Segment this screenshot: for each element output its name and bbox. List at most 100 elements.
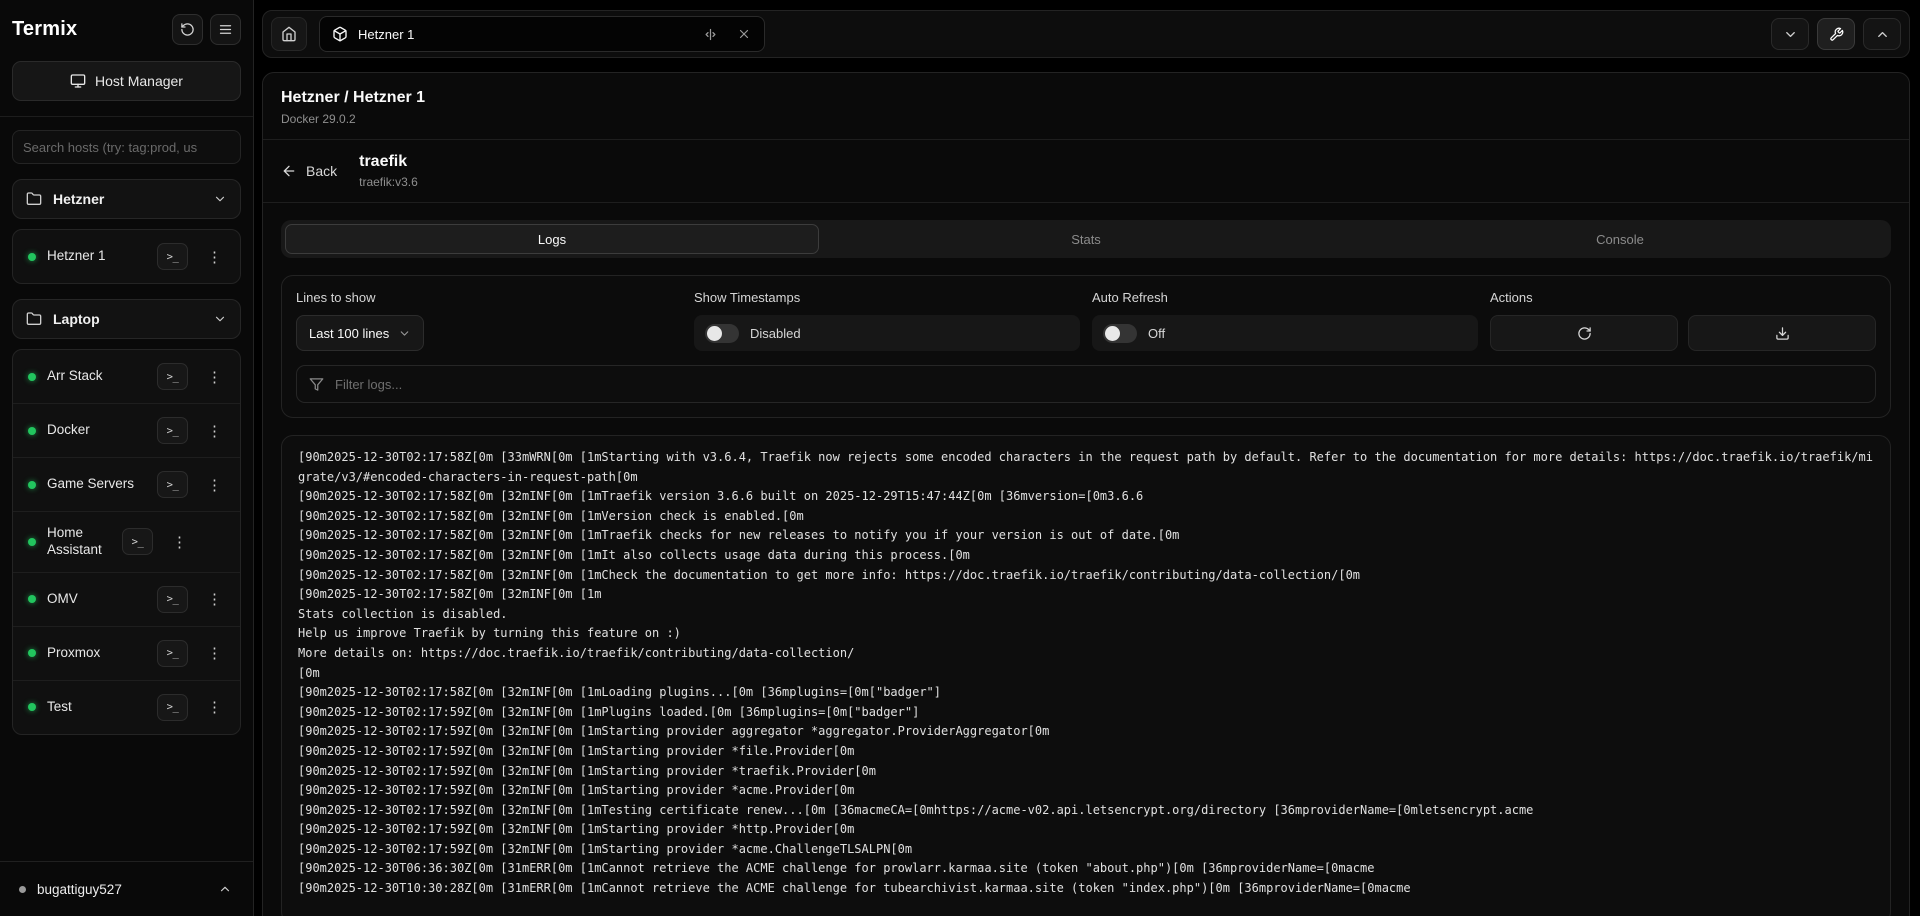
menu-button[interactable]	[210, 14, 241, 45]
host-menu-button[interactable]: ⋮	[199, 640, 230, 667]
user-menu-expand-button[interactable]	[211, 875, 239, 903]
host-row[interactable]: Proxmox >_ ⋮	[13, 626, 240, 680]
reload-icon	[180, 22, 195, 37]
folder-collapse-button[interactable]	[206, 305, 234, 333]
log-output[interactable]: [90m2025-12-30T02:17:58Z[0m [33mWRN[0m […	[281, 435, 1891, 916]
host-menu-button[interactable]: ⋮	[199, 243, 230, 270]
search-input[interactable]	[12, 130, 241, 164]
status-online-dot	[28, 373, 36, 381]
log-line: [90m2025-12-30T02:17:59Z[0m [32mINF[0m […	[298, 820, 1874, 840]
refresh-icon	[1577, 326, 1592, 341]
home-button[interactable]	[271, 17, 307, 51]
lines-select[interactable]: Last 100 lines	[296, 315, 424, 351]
download-icon	[1775, 326, 1790, 341]
log-line: [90m2025-12-30T02:17:58Z[0m [32mINF[0m […	[298, 487, 1874, 507]
filter-logs-input[interactable]	[335, 377, 1863, 392]
host-row[interactable]: Docker >_ ⋮	[13, 403, 240, 457]
log-line: [90m2025-12-30T02:17:59Z[0m [32mINF[0m […	[298, 840, 1874, 860]
open-terminal-button[interactable]: >_	[157, 363, 188, 390]
host-name: Test	[47, 699, 146, 716]
back-button[interactable]: Back	[281, 163, 337, 179]
reload-button[interactable]	[172, 14, 203, 45]
host-menu-button[interactable]: ⋮	[164, 528, 195, 555]
lines-select-value: Last 100 lines	[309, 326, 389, 341]
host-row[interactable]: Hetzner 1 >_ ⋮	[13, 230, 240, 283]
open-terminal-button[interactable]: >_	[157, 694, 188, 721]
host-menu-button[interactable]: ⋮	[199, 471, 230, 498]
view-tabs: Logs Stats Console	[281, 220, 1891, 258]
host-manager-button[interactable]: Host Manager	[12, 61, 241, 101]
close-icon	[737, 27, 751, 41]
chevron-up-icon	[218, 882, 232, 896]
filter-bar	[296, 365, 1876, 403]
folder-name: Hetzner	[53, 191, 195, 207]
app-title: Termix	[12, 18, 77, 41]
open-terminal-button[interactable]: >_	[157, 243, 188, 270]
host-row[interactable]: OMV >_ ⋮	[13, 572, 240, 626]
tab-bar: Hetzner 1	[262, 10, 1910, 58]
host-name: Proxmox	[47, 645, 146, 662]
host-menu-button[interactable]: ⋮	[199, 417, 230, 444]
close-tab-button[interactable]	[732, 22, 756, 46]
show-timestamps-label: Show Timestamps	[694, 290, 1080, 305]
sidebar: Termix Host Manager	[0, 0, 254, 916]
user-menu[interactable]: bugattiguy527	[0, 861, 253, 916]
lines-to-show-control: Lines to show Last 100 lines	[296, 290, 682, 351]
log-line: [90m2025-12-30T02:17:58Z[0m [32mINF[0m […	[298, 683, 1874, 703]
log-line: [90m2025-12-30T06:36:30Z[0m [31mERR[0m […	[298, 859, 1874, 879]
tab-bar-actions	[1771, 18, 1901, 50]
tab-stats[interactable]: Stats	[819, 224, 1353, 254]
panel-header: Hetzner / Hetzner 1 Docker 29.0.2	[263, 73, 1909, 139]
host-row[interactable]: Game Servers >_ ⋮	[13, 457, 240, 511]
user-status-dot	[19, 886, 26, 893]
tab-logs[interactable]: Logs	[285, 224, 819, 254]
chevron-down-icon	[213, 192, 227, 206]
tools-button[interactable]	[1817, 18, 1855, 50]
lines-to-show-label: Lines to show	[296, 290, 682, 305]
auto-refresh-control: Auto Refresh Off	[1092, 290, 1478, 351]
host-menu-button[interactable]: ⋮	[199, 694, 230, 721]
auto-refresh-toggle[interactable]	[1103, 324, 1137, 343]
split-view-button[interactable]	[698, 22, 722, 46]
log-line: [90m2025-12-30T02:17:58Z[0m [32mINF[0m […	[298, 546, 1874, 566]
refresh-logs-button[interactable]	[1490, 315, 1678, 351]
folder-laptop[interactable]: Laptop	[12, 299, 241, 339]
host-row[interactable]: Home Assistant >_ ⋮	[13, 511, 240, 572]
container-name: traefik	[359, 153, 418, 171]
timestamps-toggle[interactable]	[705, 324, 739, 343]
folder-hetzner[interactable]: Hetzner	[12, 179, 241, 219]
status-online-dot	[28, 595, 36, 603]
host-menu-button[interactable]: ⋮	[199, 363, 230, 390]
host-row[interactable]: Test >_ ⋮	[13, 680, 240, 734]
host-list-hetzner: Hetzner 1 >_ ⋮	[12, 229, 241, 284]
host-name: OMV	[47, 591, 146, 608]
hamburger-icon	[218, 22, 233, 37]
host-menu-button[interactable]: ⋮	[199, 586, 230, 613]
status-online-dot	[28, 481, 36, 489]
log-line: Stats collection is disabled.	[298, 605, 1874, 625]
folder-collapse-button[interactable]	[206, 185, 234, 213]
collapse-panel-button[interactable]	[1771, 18, 1809, 50]
host-name: Arr Stack	[47, 368, 146, 385]
open-terminal-button[interactable]: >_	[157, 471, 188, 498]
tab-console[interactable]: Console	[1353, 224, 1887, 254]
docker-version: Docker 29.0.2	[281, 112, 1891, 126]
expand-panel-button[interactable]	[1863, 18, 1901, 50]
open-terminal-button[interactable]: >_	[122, 528, 153, 555]
status-online-dot	[28, 538, 36, 546]
log-line: [90m2025-12-30T02:17:59Z[0m [32mINF[0m […	[298, 703, 1874, 723]
host-name: Game Servers	[47, 476, 146, 493]
log-line: [90m2025-12-30T02:17:59Z[0m [32mINF[0m […	[298, 722, 1874, 742]
chevron-down-icon	[1783, 27, 1798, 42]
status-online-dot	[28, 649, 36, 657]
open-terminal-button[interactable]: >_	[157, 586, 188, 613]
open-terminal-button[interactable]: >_	[157, 417, 188, 444]
home-icon	[281, 26, 297, 42]
tab-hetzner-1[interactable]: Hetzner 1	[319, 16, 765, 52]
log-line: [90m2025-12-30T02:17:59Z[0m [32mINF[0m […	[298, 742, 1874, 762]
open-terminal-button[interactable]: >_	[157, 640, 188, 667]
chevron-down-icon	[213, 312, 227, 326]
host-row[interactable]: Arr Stack >_ ⋮	[13, 350, 240, 403]
host-name: Hetzner 1	[47, 248, 146, 265]
download-logs-button[interactable]	[1688, 315, 1876, 351]
